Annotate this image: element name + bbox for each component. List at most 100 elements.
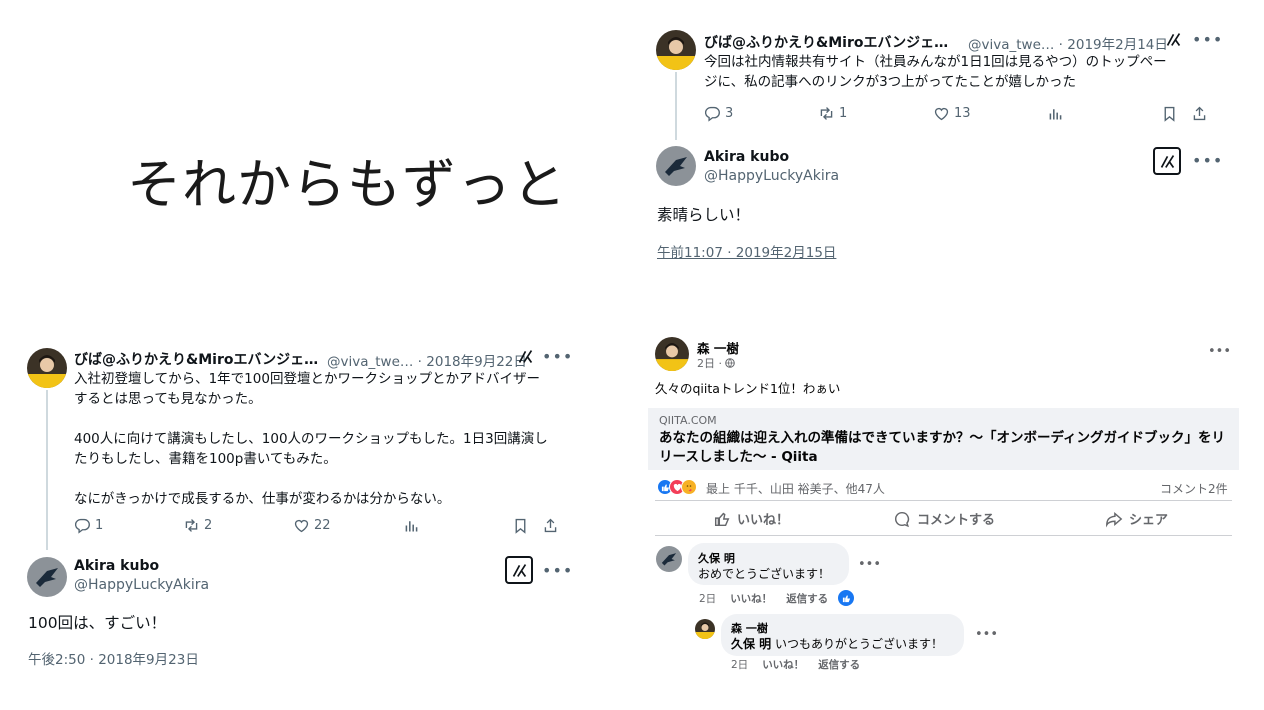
tweet-text-gap [74,469,548,489]
fb-reaction-names[interactable]: 最上 千千、山田 裕美子、他47人 [706,480,885,497]
views-icon [405,521,418,532]
fb-link-title: あなたの組織は迎え入れの準備はできていますか？～「オンボーディングガイドブック」… [659,430,1226,465]
fb-link-domain: QIITA.COM [659,414,717,427]
fb-share-label: シェア [1129,513,1169,528]
thumbs-up-glyph [842,594,850,602]
comment-time[interactable]: 2日 [731,657,748,672]
tweet-text-line: するとは思っても見なかった。 [74,391,262,407]
fb-post-time[interactable]: 2日 · [697,355,735,371]
reply-timestamp[interactable]: 午後2:50 · 2018年9月23日 [28,648,199,668]
comment-icon [894,511,910,527]
comment-time[interactable]: 2日 [699,591,716,606]
reply-button[interactable]: 1 [74,517,103,534]
fb-comment-button[interactable]: コメントする [893,509,995,528]
tweet-handle-date[interactable]: @viva_twe… · 2018年9月22日 [327,350,527,370]
avatar-image [27,557,67,597]
views-button[interactable] [403,517,420,534]
reply-count: 3 [725,106,734,121]
like-icon [294,519,309,533]
views-icon [1049,109,1062,120]
more-icon[interactable]: ••• [858,558,881,571]
more-icon[interactable]: ••• [1208,345,1231,358]
comment-bubble: 森 一樹 久保 明 いつもありがとうございます！ [721,614,964,656]
more-icon[interactable]: ••• [975,628,998,641]
commenter-avatar[interactable] [695,619,715,639]
share-icon [1193,106,1206,121]
fb-comment-count[interactable]: コメント2件 [1160,480,1228,497]
reply-author-handle[interactable]: @HappyLuckyAkira [74,577,209,593]
fb-post-text: 久々のqiitaトレンド1位！わぁい [655,381,841,396]
retweet-button[interactable]: 1 [818,105,847,122]
grok-button[interactable] [1153,147,1181,175]
like-button[interactable]: 22 [293,517,331,534]
comment-text: おめでとうございます！ [698,567,831,581]
fb-share-button[interactable]: シェア [1105,509,1168,528]
reply-text: 素晴らしい！ [657,206,751,224]
more-icon[interactable]: ••• [542,349,573,365]
share-icon [544,518,557,533]
tweet-text-line: なにがきっかけで成長するか、仕事が変わるかは分からない。 [74,491,451,507]
more-icon[interactable]: ••• [1192,153,1223,169]
fb-author-avatar[interactable] [655,337,689,371]
reply-author-name[interactable]: Akira kubo [74,558,159,574]
thread-line [46,390,48,550]
grok-button[interactable] [505,556,533,584]
divider [655,535,1232,536]
comment-bubble: 久保 明 おめでとうございます！ [688,543,849,585]
share-button[interactable] [542,517,559,534]
tweet-text-line: 入社初登壇してから、1年で100回登壇とかワークショップとかアドバイザー [74,371,540,387]
reply-timestamp[interactable]: 午前11:07 · 2019年2月15日 [657,241,836,261]
avatar-image [655,337,689,371]
reply-author-name[interactable]: Akira kubo [704,149,789,165]
like-reaction-icon[interactable] [838,590,854,606]
care-glyph [686,485,692,492]
comment-reply-button[interactable]: 返信する [818,657,860,672]
bookmark-button[interactable] [1161,105,1178,122]
more-icon[interactable]: ••• [542,563,573,579]
avatar-image [656,30,696,70]
author-avatar[interactable] [656,30,696,70]
comment-like-button[interactable]: いいね！ [730,591,772,606]
grok-icon[interactable] [517,348,534,365]
tweet-text-line: たりもしたし、書籍を100p書いてもみた。 [74,451,337,467]
reply-avatar[interactable] [656,146,696,186]
comment-text-body: いつもありがとうございます！ [771,637,944,651]
thread-line [675,72,677,140]
reply-author-handle[interactable]: @HappyLuckyAkira [704,168,839,184]
comment-author[interactable]: 森 一樹 [731,620,768,636]
bookmark-icon [1164,106,1175,122]
author-avatar[interactable] [27,348,67,388]
bookmark-button[interactable] [512,517,529,534]
grok-icon[interactable] [1165,31,1182,48]
reply-avatar[interactable] [27,557,67,597]
tweet-text-gap [74,409,548,429]
comment-text: 久保 明 いつもありがとうございます！ [731,635,943,652]
like-button[interactable]: 13 [933,105,971,122]
avatar-image [695,619,715,639]
like-icon [934,107,949,121]
comment-author[interactable]: 久保 明 [698,550,735,566]
reply-count: 1 [95,518,104,533]
retweet-icon [185,519,198,532]
tweet-text-line: ジに、私の記事へのリンクが3つ上がってたことが嬉しかった [704,74,1077,90]
tweet-author-name[interactable]: びば@ふりかえり&Miroエバンジェ… [704,32,948,52]
slide-title: それからもずっと [127,153,567,216]
comment-mention[interactable]: 久保 明 [731,637,771,651]
fb-reaction-icons[interactable] [657,479,697,495]
views-button[interactable] [1047,105,1064,122]
comment-actions: 2日 いいね！ 返信する [731,657,860,672]
retweet-count: 1 [839,106,848,121]
comment-reply-button[interactable]: 返信する [786,591,828,606]
retweet-button[interactable]: 2 [183,517,212,534]
more-icon[interactable]: ••• [1192,32,1223,48]
fb-comment-label: コメントする [917,513,996,528]
reply-button[interactable]: 3 [704,105,733,122]
retweet-icon [820,107,833,120]
fb-like-button[interactable]: いいね！ [713,509,789,528]
tweet-author-name[interactable]: びば@ふりかえり&Miroエバンジェ… [74,349,318,369]
fb-link-card[interactable]: QIITA.COM あなたの組織は迎え入れの準備はできていますか？～「オンボーデ… [648,408,1239,470]
tweet-handle-date[interactable]: @viva_twe… · 2019年2月14日 [968,33,1168,53]
commenter-avatar[interactable] [656,546,682,572]
share-button[interactable] [1191,105,1208,122]
comment-like-button[interactable]: いいね！ [762,657,804,672]
